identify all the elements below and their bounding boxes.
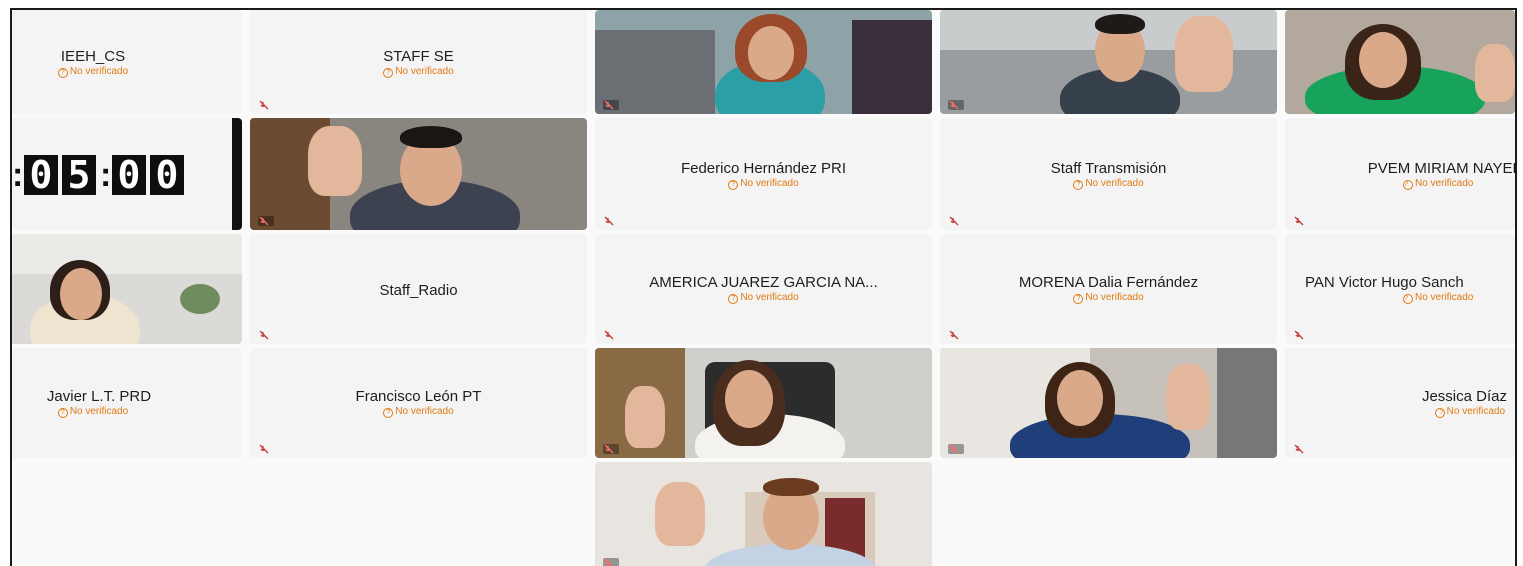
participant-tile-francisco[interactable]: Francisco León PT ? No verificado [250,348,587,458]
verification-status: ? No verificado [940,292,1277,304]
participant-name: Francisco León PT [355,388,482,405]
participant-tile-pan[interactable]: PAN Victor Hugo Sanch ? No verificado [1285,234,1515,344]
timer-digit: 0 [150,155,184,195]
question-circle-icon: ? [1073,180,1084,190]
participant-name: PAN Victor Hugo Sanch [1305,274,1464,291]
verification-status: ? No verificado [1403,178,1474,190]
microphone-off-icon [1293,330,1309,340]
microphone-off-icon [1293,444,1309,454]
participant-video-man-1[interactable] [940,10,1277,114]
participant-name: Javier L.T. PRD [46,388,152,405]
microphone-off-icon [258,216,274,226]
question-circle-icon: ? [728,294,739,304]
participant-name: Federico Hernández PRI [680,160,847,177]
question-circle-icon: ? [1434,408,1445,418]
participant-tile-staff-transmision[interactable]: Staff Transmisión ? No verificado [940,118,1277,230]
microphone-off-icon [258,444,274,454]
verification-status: ? No verificado [1434,406,1505,418]
participant-video-woman-4[interactable] [595,348,932,458]
verification-status: ? No verificado [12,406,242,418]
participant-tile-jessica[interactable]: Jessica Díaz ? No verificado [1285,348,1515,458]
participant-tile-javier[interactable]: Javier L.T. PRD ? No verificado [12,348,242,458]
microphone-off-icon [258,100,274,110]
question-circle-icon: ? [1073,294,1084,304]
participant-tile-morena[interactable]: MORENA Dalia Fernández ? No verificado [940,234,1277,344]
microphone-off-icon [603,100,619,110]
microphone-off-icon [603,444,619,454]
timer-digit: 0 [112,155,146,195]
verification-status: ? No verificado [1403,292,1474,304]
question-circle-icon: ? [1403,180,1413,190]
timer-digit: 0 [24,155,58,195]
participant-tile-staff-se[interactable]: STAFF SE ? No verificado [250,10,587,114]
countdown-timer: : 0 5 : 0 0 [12,118,242,230]
question-circle-icon: ? [383,68,394,78]
participant-name: AMERICA JUAREZ GARCIA NA... [649,274,878,291]
microphone-off-icon [603,216,619,226]
verification-status: ? No verificado [250,66,587,78]
video-grid: IEEH_CS ? No verificado STAFF SE ? No veri… [10,8,1517,566]
microphone-off-icon [603,330,619,340]
microphone-off-icon [258,330,274,340]
question-circle-icon: ? [1403,294,1413,304]
verification-status: ? No verificado [12,66,242,78]
participant-video-woman-2[interactable] [1285,10,1515,114]
participant-name: IEEH_CS [60,48,126,65]
participant-video-man-2[interactable] [250,118,587,230]
verification-status: ? No verificado [595,178,932,190]
participant-name: PVEM MIRIAM NAYELI [1367,160,1515,177]
microphone-off-icon [603,558,619,566]
timer-digit: 5 [62,155,96,195]
question-circle-icon: ? [57,68,68,78]
participant-name: Staff Transmisión [1050,160,1167,177]
verification-status: ? No verificado [940,178,1277,190]
participant-video-woman-3[interactable] [12,234,242,344]
microphone-off-icon [948,100,964,110]
question-circle-icon: ? [57,408,68,418]
participant-tile-america[interactable]: AMERICA JUAREZ GARCIA NA... ? No verifica… [595,234,932,344]
verification-status: ? No verificado [250,406,587,418]
microphone-off-icon [948,444,964,454]
participant-tile-staff-radio[interactable]: Staff_Radio [250,234,587,344]
verification-status: ? No verificado [595,292,932,304]
question-circle-icon: ? [728,180,739,190]
participant-tile-pvem[interactable]: PVEM MIRIAM NAYELI ? No verificado [1285,118,1515,230]
participant-tile-federico[interactable]: Federico Hernández PRI ? No verificado [595,118,932,230]
participant-tile-ieeh-cs[interactable]: IEEH_CS ? No verificado [12,10,242,114]
participant-name: Jessica Díaz [1421,388,1507,405]
microphone-off-icon [948,330,964,340]
microphone-off-icon [1293,216,1309,226]
question-circle-icon: ? [383,408,394,418]
participant-name: Staff_Radio [379,282,458,299]
participant-video-woman-5[interactable] [940,348,1277,458]
participant-name: MORENA Dalia Fernández [1018,274,1199,291]
participant-video-woman-1[interactable] [595,10,932,114]
participant-video-man-3[interactable] [595,462,932,566]
microphone-off-icon [948,216,964,226]
participant-name: STAFF SE [383,48,454,65]
